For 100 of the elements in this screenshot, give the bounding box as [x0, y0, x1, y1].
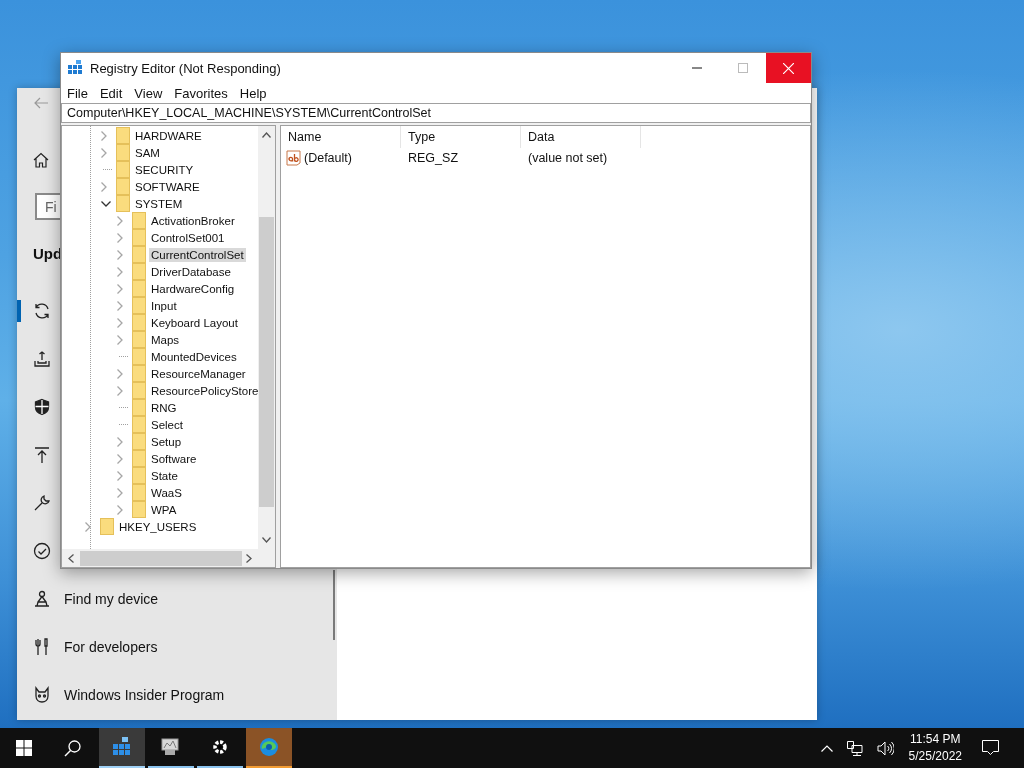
- tree-item[interactable]: SECURITY: [133, 162, 196, 177]
- search-field[interactable]: Fi: [35, 193, 60, 220]
- chevron-icon: [117, 453, 123, 464]
- tree-item[interactable]: Select: [149, 417, 185, 432]
- sync-icon: [33, 302, 51, 320]
- chevron-icon: [101, 181, 107, 192]
- menu-item[interactable]: File: [62, 85, 93, 101]
- chevron-icon: [117, 215, 123, 226]
- cubes-icon: [111, 736, 133, 758]
- chevron-icon: [117, 470, 123, 481]
- value-name: (Default): [304, 151, 352, 165]
- tree-item[interactable]: WPA: [149, 502, 179, 517]
- close-button[interactable]: [766, 53, 811, 83]
- chevron-icon: [117, 334, 123, 345]
- cat-icon: [33, 686, 51, 704]
- column-header[interactable]: Data: [521, 126, 641, 148]
- folder-icon: [132, 229, 146, 246]
- column-header[interactable]: Name: [281, 126, 401, 148]
- menu-item[interactable]: Help: [234, 85, 272, 101]
- maximize-icon: [738, 63, 748, 73]
- nav-item[interactable]: For developers: [17, 623, 337, 671]
- clock-time[interactable]: 11:54 PM: [910, 731, 961, 748]
- value-type: REG_SZ: [407, 151, 459, 165]
- folder-icon: [116, 161, 130, 178]
- folder-icon: [132, 416, 146, 433]
- nav-item[interactable]: Find my device: [17, 575, 337, 623]
- tree-item[interactable]: ResourcePolicyStore: [149, 383, 258, 398]
- chevron-icon: [117, 436, 123, 447]
- menu-item[interactable]: Edit: [94, 85, 128, 101]
- folder-icon: [132, 399, 146, 416]
- tree-item[interactable]: Keyboard Layout: [149, 315, 240, 330]
- network-icon[interactable]: [846, 740, 863, 756]
- tree-item[interactable]: WaaS: [149, 485, 184, 500]
- clock-date[interactable]: 5/25/2022: [908, 748, 962, 765]
- cubes-icon: [67, 60, 83, 76]
- tree-item[interactable]: Input: [149, 298, 179, 313]
- folder-icon: [116, 178, 130, 195]
- tree-item[interactable]: DriverDatabase: [149, 264, 233, 279]
- tools-icon: [33, 638, 51, 656]
- chevron-icon: [117, 368, 123, 379]
- chevron-icon: [117, 283, 123, 294]
- wrench-icon: [33, 494, 51, 512]
- folder-icon: [116, 195, 130, 212]
- scrollbar[interactable]: [333, 570, 335, 640]
- nav-label: For developers: [64, 639, 158, 655]
- menu-item[interactable]: View: [129, 85, 168, 101]
- tree-item[interactable]: SOFTWARE: [133, 179, 202, 194]
- tray-icon: [33, 350, 51, 368]
- tree-item[interactable]: Setup: [149, 434, 184, 449]
- person-icon: [33, 590, 51, 608]
- folder-icon: [132, 484, 146, 501]
- folder-icon: [132, 450, 146, 467]
- tree-item[interactable]: ActivationBroker: [149, 213, 237, 228]
- chevron-icon: [117, 266, 123, 277]
- chevron-icon: [101, 200, 111, 207]
- tree-item[interactable]: SAM: [133, 145, 162, 160]
- tree-item[interactable]: Software: [149, 451, 199, 466]
- folder-icon: [132, 246, 146, 263]
- folder-icon: [100, 518, 114, 535]
- chevron-up-icon[interactable]: [820, 744, 833, 752]
- nav-label: Windows Insider Program: [64, 687, 225, 703]
- tree-item[interactable]: ResourceManager: [149, 366, 248, 381]
- tree-item[interactable]: SYSTEM: [133, 196, 185, 211]
- taskbar-app[interactable]: [99, 728, 145, 768]
- tree-item[interactable]: State: [149, 468, 180, 483]
- folder-icon: [132, 314, 146, 331]
- tree-item[interactable]: HARDWARE: [133, 128, 204, 143]
- tree-item[interactable]: MountedDevices: [149, 349, 239, 364]
- address-field[interactable]: Computer\HKEY_LOCAL_MACHINE\SYSTEM\CurrentControlSet: [61, 103, 811, 123]
- tree-item[interactable]: ControlSet001: [149, 230, 227, 245]
- scroll-thumb[interactable]: [259, 217, 274, 507]
- tree-item[interactable]: Maps: [149, 332, 182, 347]
- close-icon: [783, 62, 794, 74]
- folder-icon: [132, 467, 146, 484]
- chevron-icon: [117, 487, 123, 498]
- folder-icon: [116, 127, 130, 144]
- tree-item[interactable]: RNG: [149, 400, 179, 415]
- scroll-thumb[interactable]: [80, 550, 242, 566]
- upload-icon: [33, 446, 51, 464]
- vertical-scrollbar[interactable]: [258, 126, 275, 549]
- volume-icon[interactable]: [876, 740, 894, 756]
- search-icon: [63, 739, 81, 757]
- tree-item[interactable]: CurrentControlSet: [149, 247, 246, 262]
- menu-item[interactable]: Favorites: [169, 85, 233, 101]
- back-arrow-icon[interactable]: [34, 97, 48, 109]
- tree-item[interactable]: HardwareConfig: [149, 281, 237, 296]
- check-circle-icon: [33, 542, 51, 560]
- column-header[interactable]: Type: [401, 126, 521, 148]
- folder-icon: [132, 382, 146, 399]
- chevron-icon: [101, 147, 107, 158]
- folder-icon: [132, 501, 146, 518]
- horizontal-scrollbar[interactable]: [62, 549, 275, 567]
- chevron-icon: [117, 385, 123, 396]
- folder-icon: [132, 263, 146, 280]
- chevron-icon: [117, 504, 123, 515]
- nav-label: Find my device: [64, 591, 159, 607]
- home-icon[interactable]: [33, 152, 49, 168]
- notification-icon[interactable]: [982, 740, 999, 756]
- tree-item[interactable]: HKEY_USERS: [117, 519, 199, 534]
- nav-item[interactable]: Windows Insider Program: [17, 671, 337, 719]
